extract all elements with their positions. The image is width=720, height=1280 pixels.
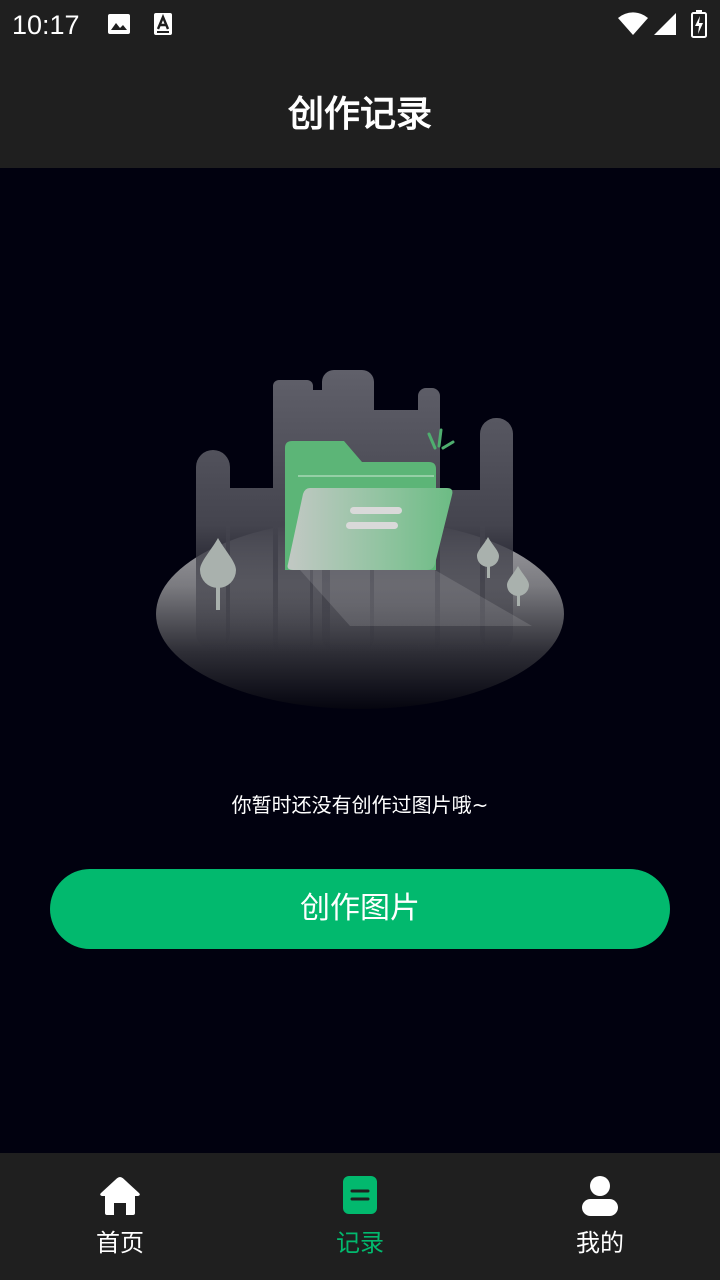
- nav-label-mine: 我的: [576, 1229, 624, 1257]
- nav-item-home[interactable]: 首页: [0, 1153, 240, 1280]
- status-time: 10:17: [12, 10, 80, 40]
- nav-label-home: 首页: [96, 1229, 144, 1257]
- home-icon: [100, 1177, 140, 1215]
- cell-signal-icon: [654, 13, 676, 35]
- empty-state-message: 你暂时还没有创作过图片哦~: [231, 793, 489, 817]
- nav-item-record[interactable]: 记录: [240, 1153, 480, 1280]
- create-image-button[interactable]: 创作图片: [50, 869, 670, 949]
- status-bar: 10:17: [0, 0, 720, 50]
- page-title: 创作记录: [287, 94, 432, 135]
- top-bar: 10:17 创作记录: [0, 0, 720, 168]
- battery-charging-icon: [691, 10, 707, 38]
- nav-label-record: 记录: [336, 1229, 384, 1257]
- empty-folder-illustration: [156, 370, 564, 709]
- screen: 10:17 创作记录 你暂时还没有创作过图片哦~ 创作图片 首页 记录 我的: [0, 0, 720, 1280]
- wifi-icon: [618, 12, 648, 35]
- nav-item-mine[interactable]: 我的: [480, 1153, 720, 1280]
- image-notification-icon: [108, 14, 130, 34]
- bottom-nav: 首页 记录 我的: [0, 1153, 720, 1280]
- a-notification-icon: [154, 13, 172, 35]
- record-icon: [343, 1176, 377, 1214]
- user-icon: [582, 1176, 618, 1216]
